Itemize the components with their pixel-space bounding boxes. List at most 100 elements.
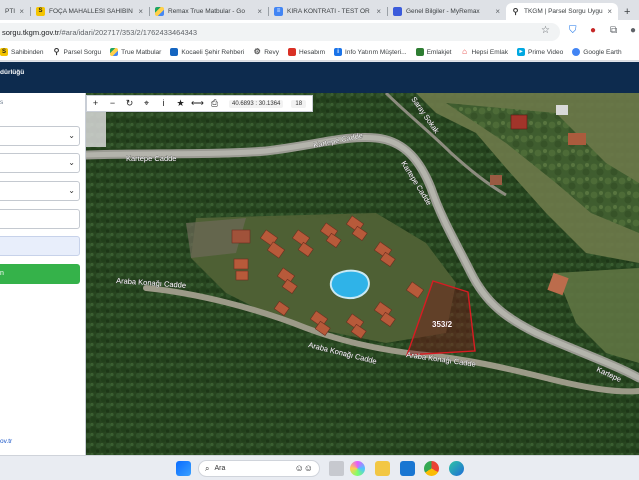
people-emoji-icon: ☺☺: [294, 463, 313, 473]
measure-ruler-icon[interactable]: ⟷: [189, 96, 206, 111]
province-select[interactable]: ⌄: [0, 126, 80, 146]
file-explorer-icon[interactable]: [375, 461, 390, 476]
parcel-number-input[interactable]: [0, 236, 80, 256]
bookmark-label: Info Yatırım Müşteri...: [345, 48, 407, 56]
tab-title: Genel Bilgiler - MyRemax: [406, 8, 480, 15]
bookmark-hepsi-emlak[interactable]: ⌂ Hepsi Emlak: [461, 48, 508, 56]
store-icon[interactable]: [400, 461, 415, 476]
parcel-label: 353/2: [432, 320, 453, 329]
coordinate-readout: 40.6893 : 30.1364: [229, 99, 284, 108]
taskbar-search-text: Ara: [214, 465, 226, 472]
new-tab-icon[interactable]: +: [624, 6, 630, 18]
close-tab-icon[interactable]: ×: [19, 7, 24, 16]
url-path: /#ara/idari/202717/353/2/1762433464343: [59, 27, 198, 37]
close-tab-icon[interactable]: ×: [607, 7, 612, 16]
browser-toolbar: sorgu.tkgm.gov.tr/#ara/idari/202717/353/…: [0, 20, 639, 44]
copilot-icon[interactable]: [350, 461, 365, 476]
gear-icon: ⚙: [253, 47, 261, 56]
search-button[interactable]: n: [0, 264, 80, 284]
browser-tab[interactable]: Genel Bilgiler - MyRemax ×: [388, 3, 506, 20]
city-guide-icon: [170, 48, 179, 56]
url-host: sorgu.tkgm.gov.tr: [2, 27, 60, 37]
refresh-icon[interactable]: ↻: [121, 96, 138, 111]
edge-icon[interactable]: [449, 461, 464, 476]
profile-avatar-icon[interactable]: ●: [630, 25, 636, 36]
zoom-in-icon[interactable]: +: [87, 96, 104, 111]
neighborhood-select[interactable]: ⌄: [0, 181, 80, 201]
browser-tab-active[interactable]: ⚲ TKGM | Parsel Sorgu Uygu ×: [506, 3, 618, 20]
browser-tab[interactable]: ≡ KİRA KONTRATI - TEST ÖR ×: [269, 3, 387, 20]
info-icon[interactable]: i: [155, 96, 172, 111]
bookmark-info-yatirim[interactable]: i Info Yatırım Müşteri...: [334, 48, 407, 56]
bookmarks-bar: S Sahibinden ⚲ Parsel Sorgu True Matbula…: [0, 44, 639, 61]
app-header: dürlüğü: [0, 62, 639, 93]
zoom-level: 18: [291, 99, 307, 108]
print-icon[interactable]: ⎙: [206, 96, 223, 111]
browser-tab-strip: PTI- × S FOÇA MAHALLESİ SAHİBİN × Remax …: [0, 0, 639, 20]
start-windows-icon[interactable]: [176, 461, 191, 476]
extension-shield-icon[interactable]: ⛉: [569, 25, 577, 36]
bookmark-hesabim[interactable]: Hesabım: [288, 48, 325, 56]
bookmark-true-matbular[interactable]: True Matbular: [110, 48, 161, 56]
close-tab-icon[interactable]: ×: [495, 7, 500, 16]
district-select[interactable]: ⌄: [0, 153, 80, 173]
tab-title: PTI-: [5, 8, 16, 15]
tab-title: TKGM | Parsel Sorgu Uygu: [524, 8, 603, 15]
bookmark-parsel-sorgu[interactable]: ⚲ Parsel Sorgu: [53, 48, 102, 56]
google-earth-icon: [572, 48, 581, 56]
address-bar[interactable]: sorgu.tkgm.gov.tr/#ara/idari/202717/353/…: [0, 23, 560, 41]
sahibinden-icon: S: [0, 48, 8, 56]
panel-heading: s: [0, 99, 4, 106]
bookmark-emlakjet[interactable]: Emlakjet: [415, 48, 452, 56]
chrome-icon[interactable]: [424, 461, 439, 476]
extension-red-icon[interactable]: ●: [590, 25, 596, 36]
close-tab-icon[interactable]: ×: [257, 7, 262, 16]
search-side-panel: s ⌄ ⌄ ⌄ n ov.tr: [0, 93, 86, 455]
browser-tab[interactable]: Remax True Matbular - Go ×: [150, 3, 268, 20]
bookmark-google-earth[interactable]: Google Earth: [572, 48, 622, 56]
footer-link[interactable]: ov.tr: [0, 438, 12, 445]
emlakjet-icon: [415, 48, 424, 56]
google-drive-icon: [110, 48, 119, 56]
bookmark-kocaeli-sehir-rehberi[interactable]: Kocaeli Şehir Rehberi: [170, 48, 244, 56]
location-pin-icon: ⚲: [512, 7, 519, 16]
bookmark-label: True Matbular: [121, 48, 162, 56]
favorite-star-icon[interactable]: ★: [172, 96, 189, 111]
chevron-down-icon: ⌄: [68, 131, 75, 140]
bookmark-label: Hesabım: [299, 48, 326, 56]
bookmark-label: Prime Video: [527, 48, 564, 56]
map-canvas[interactable]: Kartepe Cadde Kartepe Cadde Kartepe Cadd…: [86, 93, 639, 455]
bookmark-revy[interactable]: ⚙ Revy: [253, 48, 279, 56]
tab-title: FOÇA MAHALLESİ SAHİBİN: [49, 8, 133, 15]
bookmark-label: Emlakjet: [426, 48, 452, 56]
close-tab-icon[interactable]: ×: [138, 7, 143, 16]
docs-icon: ≡: [274, 7, 283, 16]
bookmark-label: Google Earth: [583, 48, 622, 56]
block-number-input[interactable]: [0, 209, 80, 229]
location-pin-icon: ⚲: [53, 47, 60, 56]
bookmark-star-icon[interactable]: ☆: [541, 25, 550, 36]
hepsiemlak-icon: ⌂: [462, 47, 467, 56]
zoom-out-icon[interactable]: −: [104, 96, 121, 111]
swimming-pool: [329, 269, 370, 300]
extensions-puzzle-icon[interactable]: ⧉: [610, 25, 617, 36]
map-toolbar: + − ↻ ⌖ i ★ ⟷ ⎙ 40.6893 : 30.1364 18: [86, 95, 313, 112]
taskbar-search[interactable]: ⌕ Ara ☺☺: [198, 460, 320, 477]
bookmark-prime-video[interactable]: ▸ Prime Video: [516, 48, 564, 56]
prime-video-icon: ▸: [516, 48, 525, 56]
browser-tab[interactable]: S FOÇA MAHALLESİ SAHİBİN ×: [31, 3, 149, 20]
bookmark-label: Parsel Sorgu: [63, 48, 102, 56]
task-view-icon[interactable]: [329, 461, 344, 476]
info-icon: i: [334, 48, 343, 56]
bookmark-label: Hepsi Emlak: [471, 48, 508, 56]
road-label-kartepe-west: Kartepe Cadde: [126, 154, 176, 163]
locate-crosshair-icon[interactable]: ⌖: [138, 96, 155, 111]
satellite-map[interactable]: Kartepe Cadde Kartepe Cadde Kartepe Cadd…: [86, 93, 639, 455]
bookmark-label: Sahibinden: [11, 48, 44, 56]
browser-tab[interactable]: PTI- ×: [0, 3, 30, 20]
close-tab-icon[interactable]: ×: [376, 7, 381, 16]
tab-title: KİRA KONTRATI - TEST ÖR: [287, 8, 370, 15]
bookmark-sahibinden[interactable]: S Sahibinden: [0, 48, 44, 56]
remax-icon: [393, 7, 402, 16]
windows-taskbar: ⌕ Ara ☺☺: [0, 455, 639, 480]
